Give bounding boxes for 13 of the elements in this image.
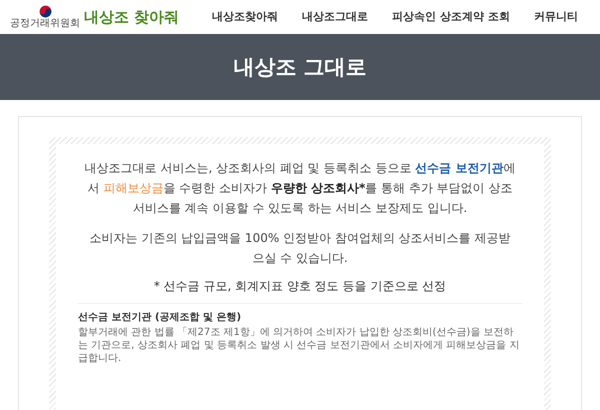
nav-link[interactable]: 내상조찾아줘 xyxy=(208,6,282,28)
site-name[interactable]: 내상조 찾아줘 xyxy=(84,8,180,26)
emblem-icon xyxy=(38,5,52,18)
page-title: 내상조 그대로 xyxy=(233,54,367,81)
definition-text: 할부거래에 관한 법률 「제27조 제1항」에 의거하여 소비자가 납입한 상조회비(선수금)을 보전하는 기관으로, 상조회사 폐업 및 등록취소 발생 시 선수금 보전기관에서 소비자에게 피해보상금을 지급합니다. xyxy=(78,326,520,365)
logo-caption: 공정거래위원회 xyxy=(10,18,80,29)
intro-paragraph: 내상조그대로 서비스는, 상조회사의 폐업 및 등록취소 등으로 선수금 보전기관에서 피해보상금을 수령한 소비자가 우량한 상조회사*를 통해 추가 부담없이 상조서비스를 계속 이용할 수 있도록 하는 서비스 보장제도 입니다. xyxy=(84,160,516,217)
nav-link[interactable]: 커뮤니티 xyxy=(530,6,582,28)
definition-title: 선수금 보전기관 (공제조합 및 은행) xyxy=(78,311,242,324)
intro-paragraph: 소비자는 기존의 납입금액을 100% 인정받아 참여업체의 상조서비스를 제공받으실 수 있습니다. xyxy=(88,230,512,267)
footnote: * 선수금 규모, 회계지표 양호 정도 등을 기준으로 선정 xyxy=(152,278,448,295)
nav-link[interactable]: 내상조그대로 xyxy=(298,6,372,28)
nav-link[interactable]: 피상속인 상조계약 조회 xyxy=(388,6,514,28)
